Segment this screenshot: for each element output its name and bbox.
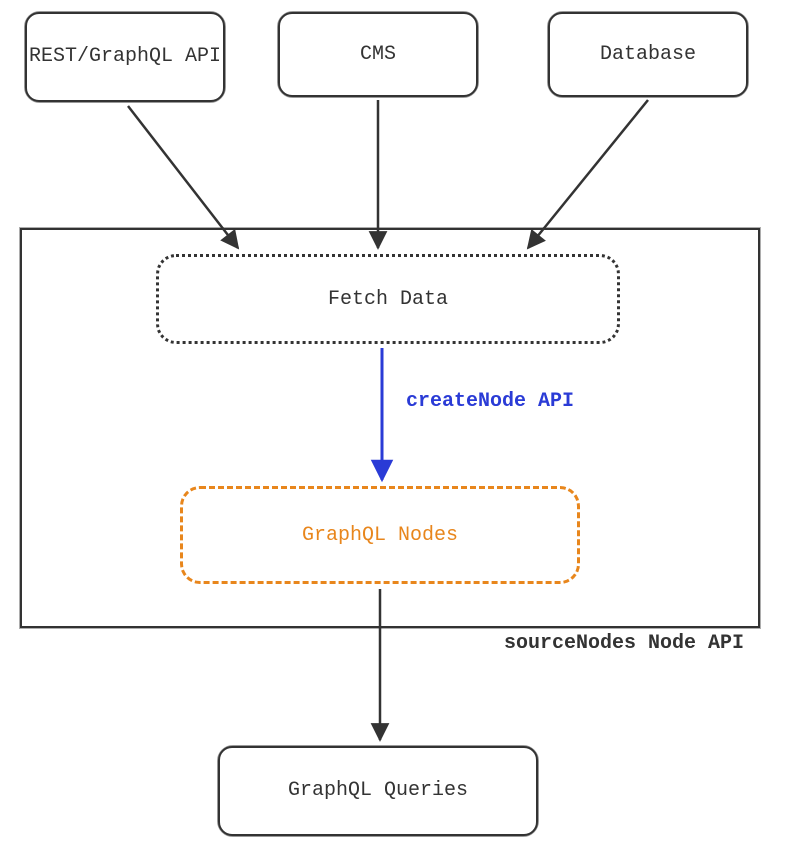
box-rest-graphql: REST/GraphQL API xyxy=(25,12,225,102)
box-label: Fetch Data xyxy=(328,288,448,311)
label-text: createNode API xyxy=(406,390,574,413)
container-label: sourceNodes Node API xyxy=(504,632,744,655)
box-label: Database xyxy=(600,42,696,68)
arrow-db-to-fetch xyxy=(528,100,648,248)
box-label: CMS xyxy=(360,42,396,68)
label-createnode: createNode API xyxy=(406,390,574,413)
box-label: GraphQL Queries xyxy=(288,778,468,804)
box-fetch-data: Fetch Data xyxy=(156,254,620,344)
box-graphql-queries: GraphQL Queries xyxy=(218,746,538,836)
box-label: REST/GraphQL API xyxy=(29,44,221,70)
box-database: Database xyxy=(548,12,748,97)
label-text: sourceNodes Node API xyxy=(504,632,744,655)
box-cms: CMS xyxy=(278,12,478,97)
box-graphql-nodes: GraphQL Nodes xyxy=(180,486,580,584)
arrow-rest-to-fetch xyxy=(128,106,238,248)
box-label: GraphQL Nodes xyxy=(302,524,458,547)
